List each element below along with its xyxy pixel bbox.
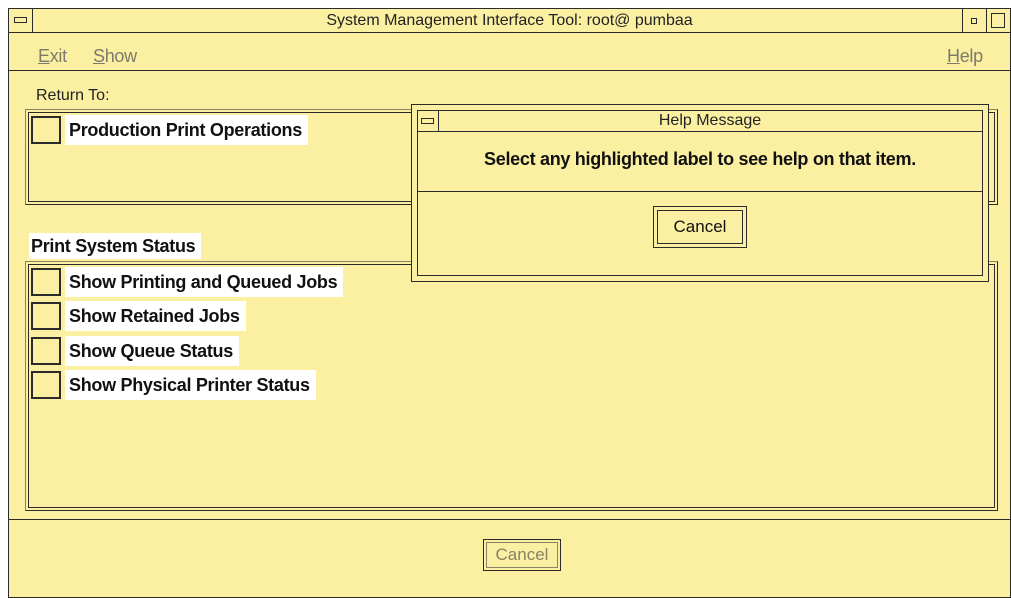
menu-exit[interactable]: Exit bbox=[38, 46, 67, 67]
menu-help[interactable]: Help bbox=[947, 46, 983, 67]
window-menu-button[interactable] bbox=[9, 9, 33, 32]
checkbox[interactable] bbox=[31, 268, 61, 296]
list-item[interactable]: Show Physical Printer Status bbox=[31, 370, 431, 400]
item-label-retained-jobs[interactable]: Show Retained Jobs bbox=[65, 301, 246, 331]
menubar: Exit Show Help bbox=[9, 34, 1010, 70]
list-item[interactable]: Show Printing and Queued Jobs bbox=[31, 267, 431, 297]
footer-divider bbox=[9, 519, 1010, 520]
minimize-button[interactable] bbox=[962, 9, 986, 32]
checkbox[interactable] bbox=[31, 371, 61, 399]
dialog-menu-button[interactable] bbox=[418, 111, 439, 131]
list-item[interactable]: Show Retained Jobs bbox=[31, 301, 431, 331]
checkbox[interactable] bbox=[31, 337, 61, 365]
dialog-titlebar[interactable]: Help Message bbox=[418, 111, 982, 132]
dialog-inner-frame: Help Message Select any highlighted labe… bbox=[417, 110, 983, 276]
menu-help-label: elp bbox=[959, 46, 983, 66]
cancel-button-label: Cancel bbox=[486, 542, 558, 568]
dialog-divider bbox=[418, 191, 982, 192]
cancel-button[interactable]: Cancel bbox=[483, 539, 561, 571]
checkbox[interactable] bbox=[31, 302, 61, 330]
list-item[interactable]: Show Queue Status bbox=[31, 336, 431, 366]
return-item-label[interactable]: Production Print Operations bbox=[65, 115, 308, 145]
minimize-icon bbox=[971, 18, 977, 24]
window-title: System Management Interface Tool: root@ … bbox=[326, 12, 693, 29]
window-titlebar[interactable]: System Management Interface Tool: root@ … bbox=[9, 9, 1010, 33]
menu-show-mnemonic: S bbox=[93, 46, 105, 66]
maximize-icon bbox=[991, 13, 1005, 28]
dialog-title: Help Message bbox=[658, 112, 762, 129]
smit-main-window: System Management Interface Tool: root@ … bbox=[8, 8, 1011, 598]
maximize-button[interactable] bbox=[986, 9, 1010, 32]
menu-exit-label: xit bbox=[49, 46, 67, 66]
dialog-menu-icon bbox=[421, 118, 434, 124]
dialog-cancel-label: Cancel bbox=[657, 210, 743, 244]
print-system-status-title[interactable]: Print System Status bbox=[29, 233, 202, 259]
menu-show-label: how bbox=[104, 46, 137, 66]
window-menu-icon bbox=[14, 17, 27, 23]
return-to-item[interactable]: Production Print Operations bbox=[31, 115, 431, 145]
menu-exit-mnemonic: E bbox=[38, 46, 50, 66]
checkbox[interactable] bbox=[31, 116, 61, 144]
menu-show[interactable]: Show bbox=[93, 46, 137, 67]
item-label-queue-status[interactable]: Show Queue Status bbox=[65, 336, 239, 366]
menubar-divider bbox=[9, 70, 1010, 71]
item-label-physical-printer[interactable]: Show Physical Printer Status bbox=[65, 370, 316, 400]
dialog-message: Select any highlighted label to see help… bbox=[484, 149, 916, 169]
return-to-label: Return To: bbox=[36, 87, 110, 104]
dialog-cancel-button[interactable]: Cancel bbox=[653, 206, 747, 248]
menu-help-mnemonic: H bbox=[947, 46, 960, 66]
help-message-dialog: Help Message Select any highlighted labe… bbox=[411, 104, 989, 282]
item-label-printing-queued[interactable]: Show Printing and Queued Jobs bbox=[65, 267, 344, 297]
